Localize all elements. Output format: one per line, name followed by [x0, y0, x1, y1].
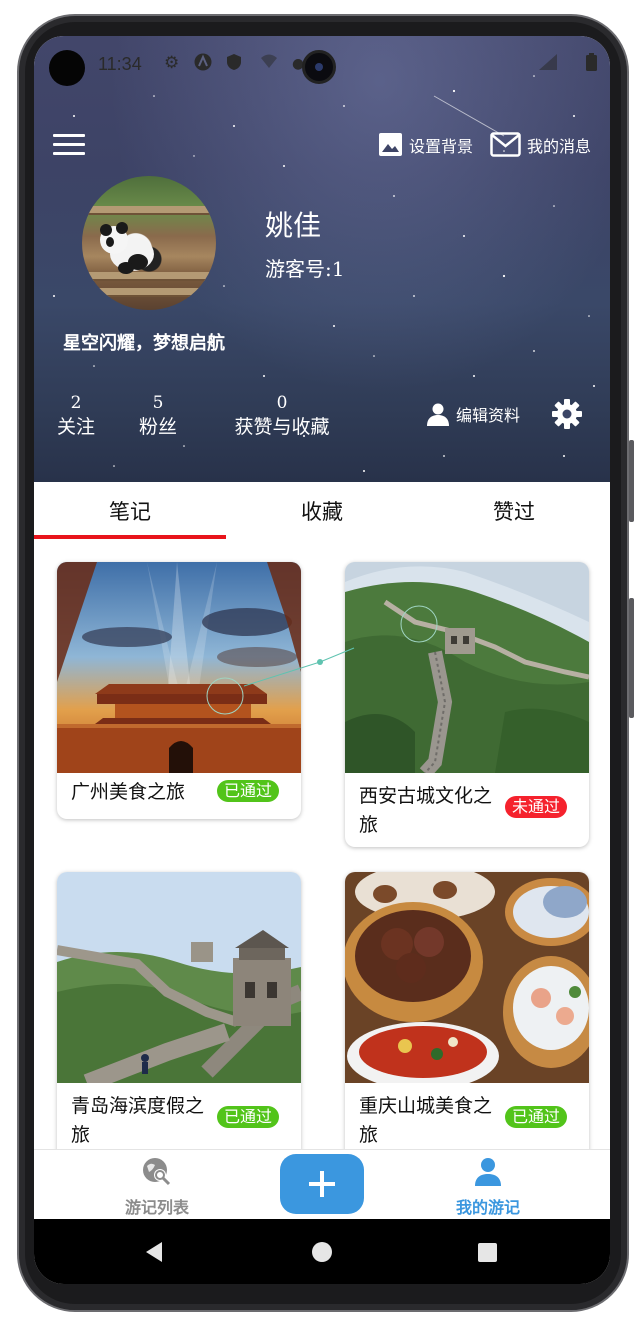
- tab-label: 赞过: [493, 500, 535, 524]
- tab-liked[interactable]: 赞过: [418, 482, 610, 540]
- messages-button[interactable]: 我的消息: [490, 132, 591, 157]
- card-image: [345, 562, 589, 773]
- card-image: [345, 872, 589, 1083]
- search-globe-icon: [143, 1158, 171, 1186]
- active-tab-indicator: [34, 535, 226, 539]
- status-badge: 已通过: [504, 1106, 567, 1128]
- mail-icon: [490, 132, 521, 157]
- volume-button: [629, 440, 634, 522]
- front-camera: [302, 50, 336, 84]
- travel-note-card[interactable]: 西安古城文化之旅 未通过: [345, 562, 589, 847]
- settings-gear-icon[interactable]: [551, 398, 583, 430]
- stat-likes-favorites[interactable]: 0 获赞与收藏: [230, 392, 334, 440]
- gear-icon: ⚙: [164, 53, 180, 73]
- card-title: 青岛海滨度假之旅: [71, 1095, 205, 1146]
- hamburger-line: [53, 152, 85, 155]
- profile-header: 11:34 ⚙ ● 设置背景 我的消息 姚佳 游客号:1 星空闪耀，梦想启航 2…: [34, 36, 610, 482]
- hamburger-line: [53, 143, 85, 146]
- user-motto: 星空闪耀，梦想启航: [63, 333, 225, 354]
- stat-label: 粉丝: [138, 416, 177, 438]
- a-icon: [194, 53, 212, 76]
- status-time: 11:34: [98, 54, 142, 74]
- dim-sum-image: [345, 872, 589, 1083]
- panda-image: [100, 222, 154, 274]
- system-navigation-bar: [34, 1219, 610, 1284]
- edit-profile-label: 编辑资料: [456, 406, 521, 425]
- person-icon: [475, 1158, 501, 1186]
- card-image: [57, 872, 301, 1083]
- overlay-connector: [244, 647, 355, 687]
- stat-label: 获赞与收藏: [234, 416, 330, 438]
- card-title: 广州美食之旅: [71, 781, 186, 803]
- camera-cutout: [49, 50, 85, 86]
- card-title: 重庆山城美食之旅: [359, 1095, 493, 1146]
- wifi-icon: [260, 53, 278, 74]
- great-wall-watchtower-image: [57, 872, 301, 1083]
- set-background-button[interactable]: 设置背景: [378, 132, 473, 157]
- status-bar: 11:34 ⚙ ●: [34, 36, 610, 96]
- user-id: 游客号:1: [265, 257, 345, 281]
- status-badge: 已通过: [216, 1106, 279, 1128]
- travel-note-card[interactable]: 青岛海滨度假之旅 已通过: [57, 872, 301, 1162]
- avatar[interactable]: [82, 176, 216, 310]
- edit-profile-button[interactable]: 编辑资料: [426, 402, 520, 426]
- battery-icon: [586, 53, 597, 76]
- person-icon: [427, 403, 449, 426]
- great-wall-image: [345, 562, 589, 773]
- plus-icon: [309, 1171, 335, 1197]
- tab-notes[interactable]: 笔记: [34, 482, 226, 540]
- back-icon[interactable]: [144, 1241, 164, 1263]
- user-name: 姚佳: [265, 209, 322, 242]
- stat-label: 关注: [56, 416, 95, 438]
- content-tabs: 笔记 收藏 赞过: [34, 482, 610, 540]
- add-note-button[interactable]: [280, 1154, 364, 1214]
- nav-travel-list[interactable]: 游记列表: [92, 1156, 222, 1218]
- menu-button[interactable]: [53, 134, 85, 156]
- nav-label: 我的游记: [455, 1198, 520, 1217]
- status-badge: 已通过: [216, 780, 279, 802]
- stat-value: 5: [152, 393, 164, 413]
- nav-label: 游记列表: [124, 1198, 189, 1217]
- shield-icon: [226, 53, 242, 76]
- recents-icon[interactable]: [478, 1243, 497, 1262]
- phone-screen: 11:34 ⚙ ● 设置背景 我的消息 姚佳 游客号:1 星空闪耀，梦想启航 2…: [34, 36, 610, 1284]
- travel-note-card[interactable]: 重庆山城美食之旅 已通过: [345, 872, 589, 1162]
- stat-value: 0: [276, 393, 288, 413]
- stat-following[interactable]: 2 关注: [52, 392, 100, 440]
- hamburger-icon: [53, 134, 85, 137]
- messages-label: 我的消息: [527, 136, 592, 156]
- tab-label: 收藏: [301, 500, 343, 524]
- signal-icon: [538, 53, 558, 76]
- bottom-navigation: 游记列表 我的游记: [34, 1149, 610, 1219]
- status-badge: 未通过: [504, 796, 567, 818]
- stat-followers[interactable]: 5 粉丝: [134, 392, 182, 440]
- power-button: [629, 598, 634, 718]
- card-title: 西安古城文化之旅: [359, 785, 493, 836]
- tab-favorites[interactable]: 收藏: [226, 482, 418, 540]
- set-background-label: 设置背景: [409, 136, 474, 156]
- tab-label: 笔记: [109, 500, 151, 524]
- stat-value: 2: [70, 393, 82, 413]
- image-icon: [379, 133, 402, 156]
- home-icon[interactable]: [312, 1242, 332, 1262]
- nav-my-travel-notes[interactable]: 我的游记: [423, 1156, 553, 1218]
